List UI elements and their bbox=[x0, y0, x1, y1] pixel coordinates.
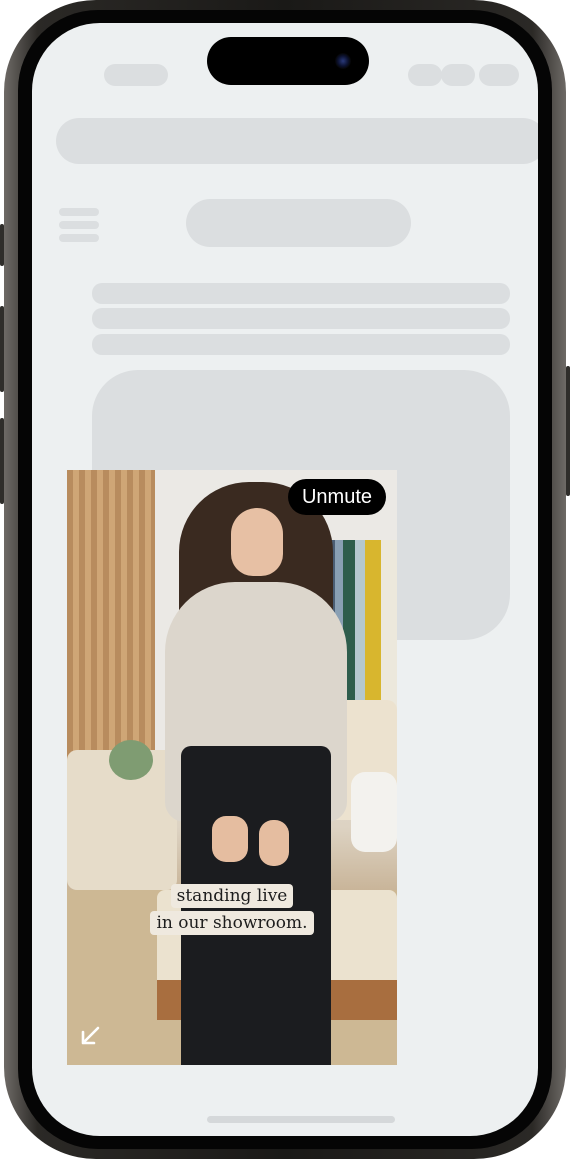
status-time-placeholder bbox=[104, 64, 168, 86]
caption-text: in our showroom. bbox=[150, 911, 314, 935]
video-person-hand bbox=[259, 820, 289, 866]
address-bar-placeholder[interactable] bbox=[56, 118, 538, 164]
video-caption-line1: standing live bbox=[67, 884, 397, 908]
text-line-placeholder bbox=[92, 308, 510, 329]
action-button bbox=[0, 224, 4, 266]
status-signal-placeholder bbox=[408, 64, 442, 86]
video-person-hand bbox=[212, 816, 248, 862]
menu-line bbox=[59, 208, 99, 216]
phone-bezel: Unmute standing live in our showroom. bbox=[18, 10, 552, 1149]
arrow-down-left-icon[interactable] bbox=[77, 1023, 103, 1049]
video-scene-vase bbox=[351, 772, 397, 852]
text-line-placeholder bbox=[92, 283, 510, 304]
video-person-face bbox=[231, 508, 283, 576]
caption-text: standing live bbox=[170, 884, 294, 908]
volume-up-button bbox=[0, 306, 4, 392]
video-scene-wood-wall bbox=[67, 470, 155, 770]
menu-line bbox=[59, 221, 99, 229]
video-player[interactable]: Unmute standing live in our showroom. bbox=[67, 470, 397, 1065]
menu-line bbox=[59, 234, 99, 242]
phone-screen: Unmute standing live in our showroom. bbox=[32, 23, 538, 1136]
volume-down-button bbox=[0, 418, 4, 504]
status-battery-placeholder bbox=[479, 64, 519, 86]
power-button bbox=[566, 366, 570, 496]
dynamic-island bbox=[207, 37, 369, 85]
video-scene-plant bbox=[109, 740, 153, 780]
hamburger-menu-icon[interactable] bbox=[59, 208, 99, 242]
unmute-button[interactable]: Unmute bbox=[288, 479, 386, 515]
camera-icon bbox=[335, 53, 351, 69]
logo-placeholder bbox=[186, 199, 411, 247]
status-wifi-placeholder bbox=[441, 64, 475, 86]
video-caption-line2: in our showroom. bbox=[67, 911, 397, 935]
phone-frame: Unmute standing live in our showroom. bbox=[4, 0, 566, 1159]
home-indicator[interactable] bbox=[207, 1116, 395, 1123]
text-line-placeholder bbox=[92, 334, 510, 355]
